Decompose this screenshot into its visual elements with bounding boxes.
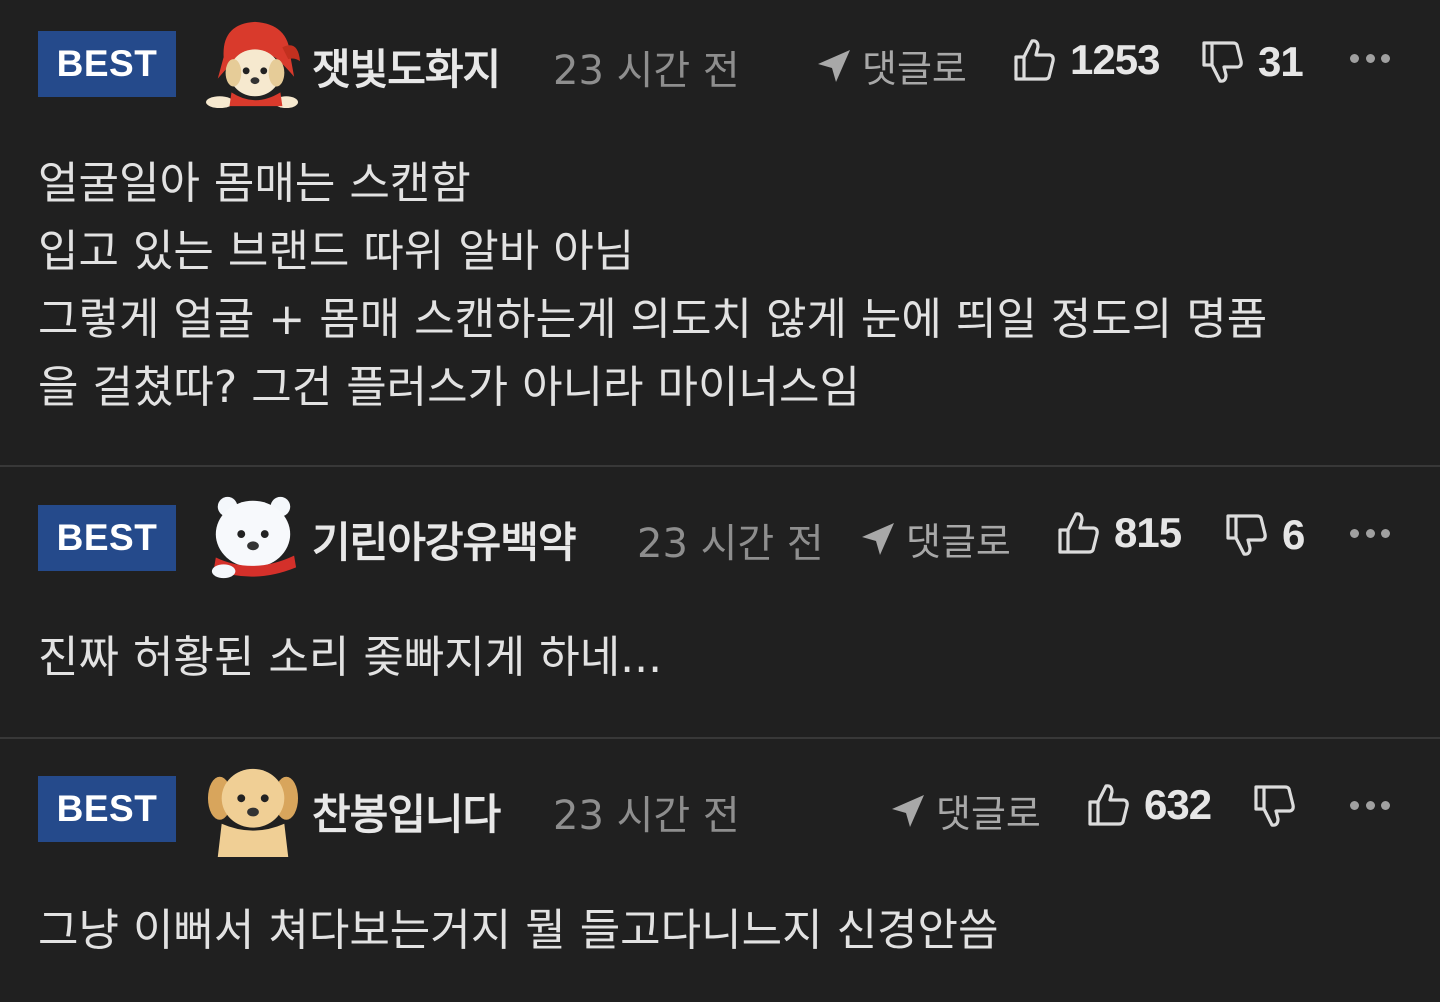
comment-line: 그냥 이뻐서 쳐다보는거지 뭘 들고다니느지 신경안씀	[38, 905, 999, 956]
username[interactable]: 기린아강유백약	[312, 509, 576, 570]
timestamp: 23 시간 전	[637, 521, 824, 567]
like-count: 815	[1114, 509, 1182, 556]
comment-line: 진짜 허황된 소리 좆빠지게 하네...	[38, 632, 663, 683]
reply-arrow-icon	[892, 794, 924, 827]
comment-item: BEST 잿빛도화지 23 시간 전 댓글로 1253 31 얼굴일아 몸매는 …	[0, 0, 1440, 465]
timestamp: 23 시간 전	[553, 48, 740, 94]
like-button[interactable]: 815	[1056, 509, 1182, 557]
thumbs-down-icon	[1226, 514, 1267, 556]
puppy-icon[interactable]	[204, 765, 302, 857]
best-badge: BEST	[38, 31, 176, 97]
thumbs-up-icon	[1088, 784, 1129, 826]
reply-button[interactable]: 댓글로	[888, 783, 1041, 838]
dislike-button[interactable]: 31	[1200, 38, 1304, 86]
reply-label: 댓글로	[862, 47, 967, 91]
comment-line: 그렇게 얼굴 + 몸매 스캔하는게 의도치 않게 눈에 띄일 정도의 명품	[38, 294, 1268, 345]
reply-button[interactable]: 댓글로	[814, 38, 967, 93]
timestamp: 23 시간 전	[553, 793, 740, 839]
like-count: 632	[1144, 781, 1212, 828]
dislike-button[interactable]	[1252, 783, 1310, 829]
dislike-count: 6	[1282, 511, 1305, 558]
username[interactable]: 잿빛도화지	[312, 36, 501, 97]
like-button[interactable]: 632	[1086, 781, 1212, 829]
reply-arrow-icon	[862, 522, 894, 555]
reply-label: 댓글로	[906, 520, 1011, 564]
reply-button[interactable]: 댓글로	[858, 511, 1011, 566]
best-badge: BEST	[38, 505, 176, 571]
reply-arrow-icon	[818, 49, 850, 82]
thumbs-down-icon	[1202, 41, 1243, 83]
dislike-count: 31	[1258, 38, 1304, 85]
thumbs-down-icon	[1254, 785, 1295, 827]
comment-item: BEST 찬봉입니다 23 시간 전 댓글로 632 그냥 이뻐서 쳐다보는거지…	[0, 739, 1440, 1002]
more-options-icon[interactable]	[1350, 48, 1390, 68]
more-options-icon[interactable]	[1350, 523, 1390, 543]
comment-body: 얼굴일아 몸매는 스캔함 입고 있는 브랜드 따위 알바 아님 그렇게 얼굴 +…	[38, 150, 1267, 422]
comment-item: BEST 기린아강유백약 23 시간 전 댓글로 815 6 진짜 허황된 소리…	[0, 467, 1440, 737]
comment-list: BEST 잿빛도화지 23 시간 전 댓글로 1253 31 얼굴일아 몸매는 …	[0, 0, 1440, 1002]
like-count: 1253	[1070, 36, 1160, 83]
comment-line: 입고 있는 브랜드 따위 알바 아님	[38, 226, 635, 277]
polar-bear-scarf-icon[interactable]	[204, 491, 302, 583]
puppy-red-hood-icon[interactable]	[204, 18, 302, 110]
comment-body: 그냥 이뻐서 쳐다보는거지 뭘 들고다니느지 신경안씀	[38, 897, 999, 965]
more-options-icon[interactable]	[1350, 795, 1390, 815]
thumbs-up-icon	[1058, 512, 1099, 554]
thumbs-up-icon	[1014, 39, 1055, 81]
comment-line: 얼굴일아 몸매는 스캔함	[38, 158, 471, 209]
username[interactable]: 찬봉입니다	[312, 781, 501, 842]
dislike-button[interactable]: 6	[1224, 511, 1305, 559]
comment-body: 진짜 허황된 소리 좆빠지게 하네...	[38, 624, 662, 692]
best-badge: BEST	[38, 776, 176, 842]
comment-line: 을 걸쳤따? 그건 플러스가 아니라 마이너스임	[38, 362, 860, 413]
like-button[interactable]: 1253	[1012, 36, 1160, 84]
reply-label: 댓글로	[936, 792, 1041, 836]
